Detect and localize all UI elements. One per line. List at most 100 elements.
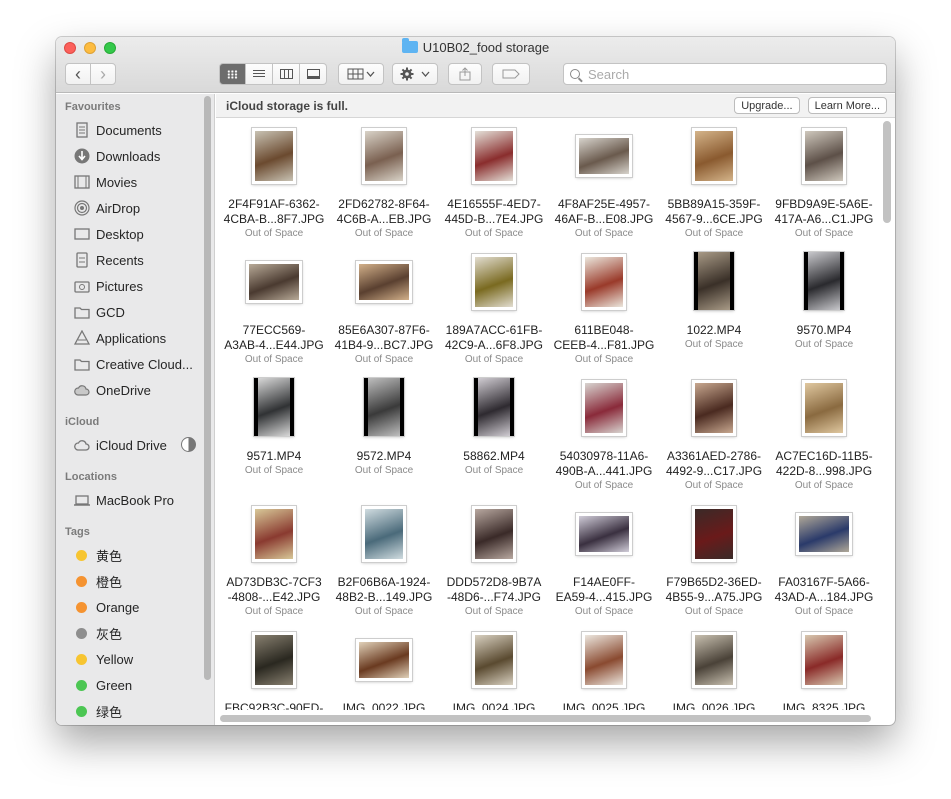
forward-button[interactable]: › (90, 63, 116, 85)
file-item[interactable]: 2FD62782-8F64- 4C6B-A...EB.JPG Out of Spac… (329, 119, 439, 243)
gear-icon (400, 67, 430, 81)
image-thumbnail (576, 135, 632, 177)
image-thumbnail (246, 261, 302, 303)
file-item[interactable]: 4F8AF25E-4957- 46AF-B...E08.JPG Out of Spa… (549, 119, 659, 243)
file-item[interactable]: FBC92B3C-90ED- (219, 623, 329, 710)
file-name: F79B65D2-36ED- (666, 575, 762, 589)
file-name: IMG_8325.JPG (782, 701, 866, 710)
file-item[interactable]: 9572.MP4 Out of Space (329, 371, 439, 495)
file-name: 189A7ACC-61FB- (445, 323, 543, 337)
file-item[interactable]: 58862.MP4 Out of Space (439, 371, 549, 495)
file-name-line-2: A3AB-4...E44.JPG (224, 338, 324, 352)
file-name: B2F06B6A-1924- (337, 575, 431, 589)
sidebar-item-downloads[interactable]: Downloads (74, 146, 160, 166)
file-item[interactable]: AD73DB3C-7CF3 -4808-...E42.JPG Out of Spac… (219, 497, 329, 621)
file-item[interactable]: IMG_0026.JPG (659, 623, 769, 710)
file-name: F14AE0FF- (572, 575, 635, 589)
file-item[interactable]: AC7EC16D-11B5- 422D-8...998.JPG Out of Spa… (769, 371, 879, 495)
sidebar-tag-item[interactable]: 黄色 (74, 545, 122, 565)
tag-button[interactable] (492, 63, 530, 85)
file-name: 2F4F91AF-6362- (228, 197, 320, 211)
video-thumbnail (804, 252, 844, 310)
column-view-button[interactable] (273, 63, 300, 85)
sidebar-tag-label: 灰色 (96, 626, 123, 642)
sidebar-item-label: AirDrop (96, 200, 141, 216)
sidebar-item-macbook-pro[interactable]: MacBook Pro (74, 490, 174, 510)
file-item[interactable]: 54030978-11A6- 490B-A...441.JPG Out of Spa… (549, 371, 659, 495)
vertical-scrollbar[interactable] (883, 121, 891, 223)
sidebar-item-onedrive[interactable]: OneDrive (74, 380, 151, 400)
file-item[interactable]: F79B65D2-36ED- 4B55-9...A75.JPG Out of Spa… (659, 497, 769, 621)
file-item[interactable]: A3361AED-2786- 4492-9...C17.JPG Out of Spa… (659, 371, 769, 495)
sidebar-item-recents[interactable]: Recents (74, 250, 144, 270)
sidebar-item-movies[interactable]: Movies (74, 172, 137, 192)
icon-view-button[interactable] (219, 63, 246, 85)
file-item[interactable]: 1022.MP4 Out of Space (659, 245, 769, 369)
sidebar-item-label: Documents (96, 122, 162, 138)
file-item[interactable]: 77ECC569- A3AB-4...E44.JPG Out of Space (219, 245, 329, 369)
file-item[interactable]: IMG_0024.JPG (439, 623, 549, 710)
sidebar-tag-label: Green (96, 677, 133, 693)
file-name: 4F8AF25E-4957- (557, 197, 651, 211)
file-item[interactable]: B2F06B6A-1924- 48B2-B...149.JPG Out of Spa… (329, 497, 439, 621)
file-item[interactable]: 2F4F91AF-6362- 4CBA-B...8F7.JPG Out of Spa… (219, 119, 329, 243)
sidebar-tag-item[interactable]: 绿色 (74, 701, 122, 721)
learn-more-button[interactable]: Learn More... (807, 97, 887, 114)
file-status: Out of Space (684, 228, 744, 239)
search-placeholder: Search (588, 66, 630, 82)
sidebar-scrollbar[interactable] (204, 96, 211, 680)
file-item[interactable]: IMG_8325.JPG (769, 623, 879, 710)
sidebar-item-documents[interactable]: Documents (74, 120, 162, 140)
group-grid-icon (347, 68, 375, 80)
search-field[interactable]: Search (563, 63, 887, 85)
list-view-button[interactable] (246, 63, 273, 85)
file-item[interactable]: FA03167F-5A66- 43AD-A...184.JPG Out of Spa… (769, 497, 879, 621)
file-item[interactable]: 4E16555F-4ED7- 445D-B...7E4.JPG Out of Spa… (439, 119, 549, 243)
sidebar-item-airdrop[interactable]: AirDrop (74, 198, 140, 218)
action-menu-button[interactable] (392, 63, 438, 85)
file-item[interactable]: 611BE048- CEEB-4...F81.JPG Out of Space (549, 245, 659, 369)
file-item[interactable]: F14AE0FF- EA59-4...415.JPG Out of Space (549, 497, 659, 621)
file-item[interactable]: 9571.MP4 Out of Space (219, 371, 329, 495)
file-name-line-2: CEEB-4...F81.JPG (553, 338, 655, 352)
file-name-line-2: 46AF-B...E08.JPG (554, 212, 654, 226)
horizontal-scrollbar[interactable] (220, 715, 871, 722)
sidebar-tag-label: Orange (96, 599, 140, 615)
image-thumbnail (472, 632, 516, 688)
gallery-view-button[interactable] (300, 63, 327, 85)
file-item[interactable]: DDD572D8-9B7A -48D6-...F74.JPG Out of Spac… (439, 497, 549, 621)
file-status: Out of Space (794, 480, 854, 491)
file-item[interactable]: 5BB89A15-359F- 4567-9...6CE.JPG Out of Spa… (659, 119, 769, 243)
image-thumbnail (472, 254, 516, 310)
sidebar-tag-item[interactable]: 橙色 (74, 571, 122, 591)
sidebar-tag-item[interactable]: Yellow (74, 649, 133, 669)
sidebar-item-icloud-drive[interactable]: iCloud Drive (74, 435, 167, 455)
laptop-icon (74, 492, 90, 508)
sidebar-item-desktop[interactable]: Desktop (74, 224, 144, 244)
favourites-heading: Favourites (65, 101, 121, 113)
sidebar-item-pictures[interactable]: Pictures (74, 276, 143, 296)
file-status: Out of Space (464, 354, 524, 365)
file-item[interactable]: 9570.MP4 Out of Space (769, 245, 879, 369)
file-item[interactable]: IMG_0022.JPG (329, 623, 439, 710)
file-item[interactable]: IMG_0025.JPG (549, 623, 659, 710)
sidebar-tag-label: 绿色 (96, 704, 123, 720)
sidebar-tag-item[interactable]: Green (74, 675, 132, 695)
file-status: Out of Space (354, 228, 414, 239)
sidebar-tag-item[interactable]: Orange (74, 597, 139, 617)
back-button[interactable]: ‹ (65, 63, 91, 85)
locations-heading: Locations (65, 471, 117, 483)
sidebar-item-applications[interactable]: Applications (74, 328, 166, 348)
file-status: Out of Space (794, 606, 854, 617)
file-item[interactable]: 85E6A307-87F6- 41B4-9...BC7.JPG Out of Spa… (329, 245, 439, 369)
upgrade-button[interactable]: Upgrade... (734, 97, 800, 114)
sidebar-item-label: Movies (96, 174, 138, 190)
share-button[interactable] (448, 63, 482, 85)
file-item[interactable]: 9FBD9A9E-5A6E- 417A-A6...C1.JPG Out of Spa… (769, 119, 879, 243)
sidebar-item-gcd[interactable]: GCD (74, 302, 125, 322)
sidebar-tag-item[interactable]: 灰色 (74, 623, 122, 643)
group-by-button[interactable] (338, 63, 384, 85)
sidebar-item-creative-cloud[interactable]: Creative Cloud... (74, 354, 193, 374)
window-title: U10B02_food storage (56, 38, 895, 55)
file-item[interactable]: 189A7ACC-61FB- 42C9-A...6F8.JPG Out of Spa… (439, 245, 549, 369)
